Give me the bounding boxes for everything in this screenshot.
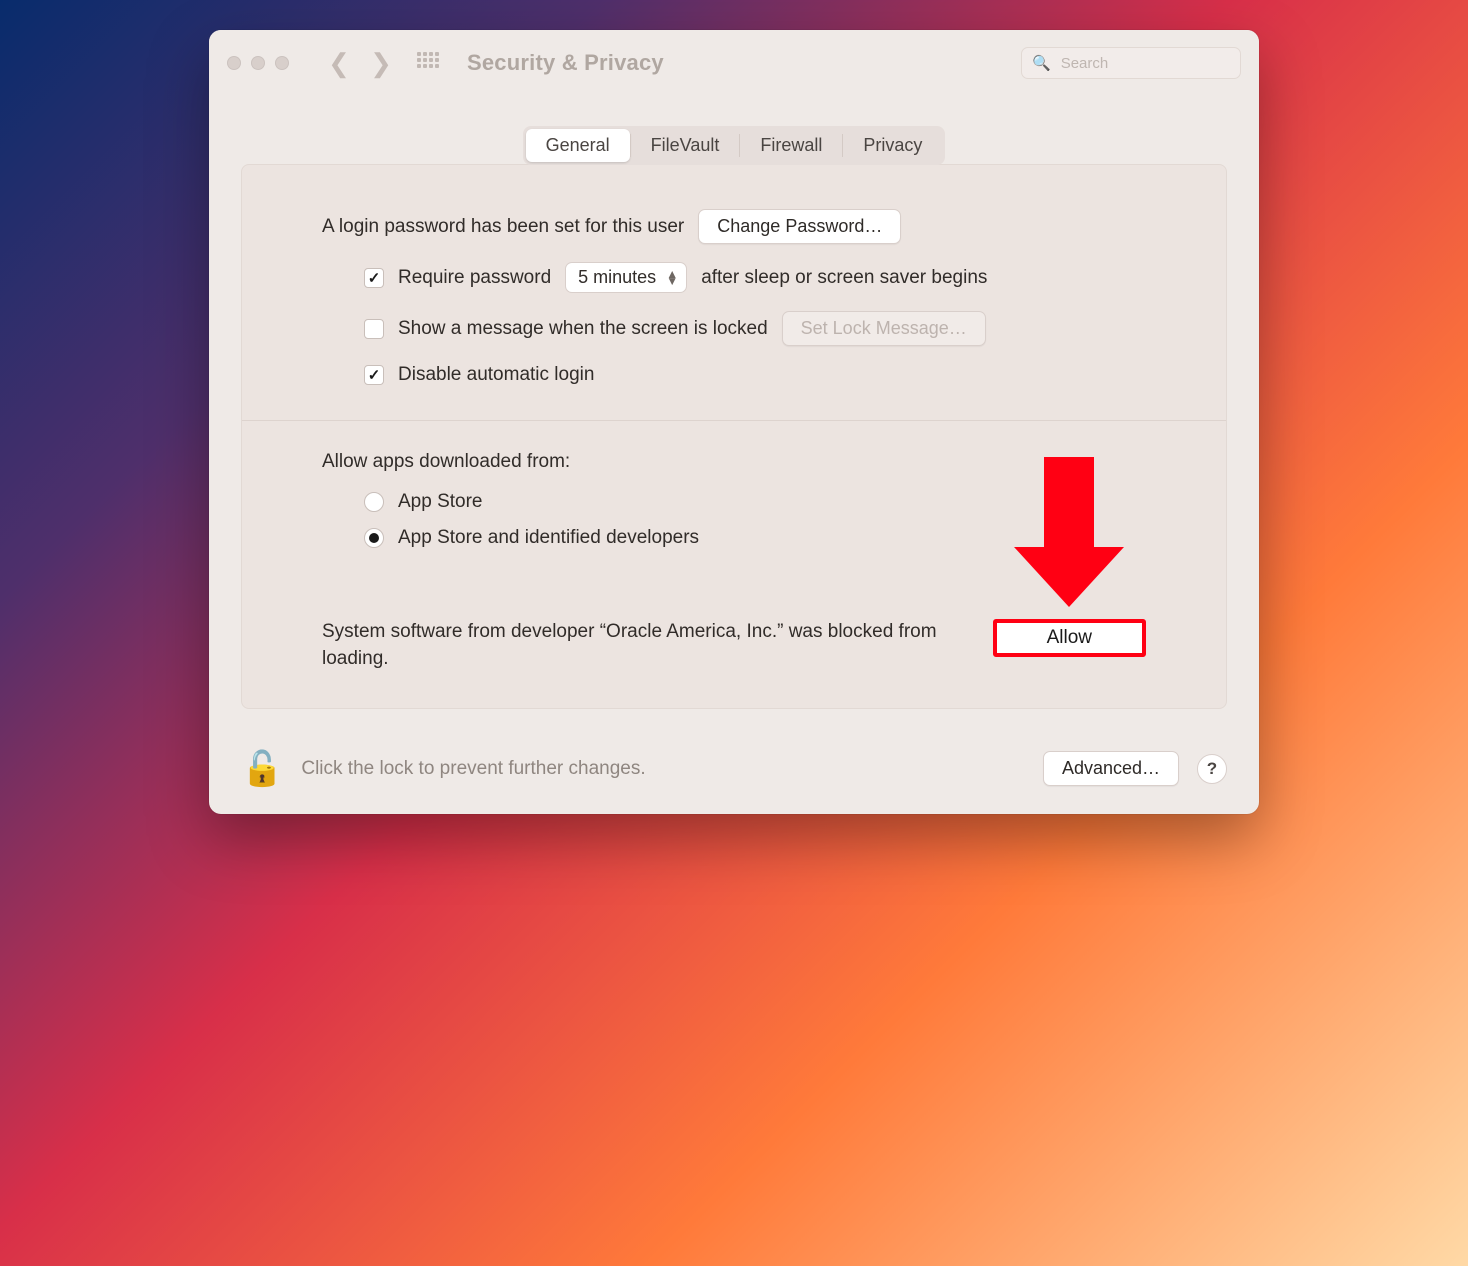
tab-general[interactable]: General bbox=[526, 129, 630, 162]
allow-button[interactable]: Allow bbox=[993, 619, 1146, 657]
radio-appstore-label: App Store bbox=[398, 491, 483, 513]
annotation-arrow-icon bbox=[1014, 457, 1124, 607]
tab-bar: General FileVault Firewall Privacy bbox=[241, 126, 1227, 165]
disable-auto-login-checkbox[interactable] bbox=[364, 365, 384, 385]
set-lock-message-button: Set Lock Message… bbox=[782, 311, 986, 346]
search-icon: 🔍 bbox=[1032, 54, 1051, 72]
allow-button-wrap: Allow bbox=[993, 619, 1146, 657]
change-password-button[interactable]: Change Password… bbox=[698, 209, 901, 244]
show-all-prefs-icon[interactable] bbox=[417, 52, 439, 74]
blocked-software-text: System software from developer “Oracle A… bbox=[322, 619, 953, 672]
show-message-checkbox[interactable] bbox=[364, 319, 384, 339]
divider bbox=[242, 420, 1226, 421]
radio-identified-label: App Store and identified developers bbox=[398, 527, 699, 549]
forward-button[interactable]: ❯ bbox=[367, 48, 395, 79]
require-password-checkbox[interactable] bbox=[364, 268, 384, 288]
back-button[interactable]: ❮ bbox=[325, 48, 353, 79]
footer: 🔓 Click the lock to prevent further chan… bbox=[209, 733, 1259, 814]
tab-filevault[interactable]: FileVault bbox=[631, 129, 740, 162]
require-password-after-text: after sleep or screen saver begins bbox=[701, 267, 987, 289]
tab-privacy[interactable]: Privacy bbox=[843, 129, 942, 162]
search-input[interactable]: 🔍 Search bbox=[1021, 47, 1241, 79]
window-controls bbox=[227, 56, 289, 70]
lock-icon[interactable]: 🔓 bbox=[241, 752, 283, 786]
require-password-label: Require password bbox=[398, 267, 551, 289]
close-window-button[interactable] bbox=[227, 56, 241, 70]
zoom-window-button[interactable] bbox=[275, 56, 289, 70]
search-placeholder: Search bbox=[1061, 55, 1109, 72]
advanced-button[interactable]: Advanced… bbox=[1043, 751, 1179, 786]
disable-auto-login-label: Disable automatic login bbox=[398, 364, 594, 386]
require-password-row: Require password 5 minutes ▲▼ after slee… bbox=[322, 262, 1146, 293]
tab-firewall[interactable]: Firewall bbox=[740, 129, 842, 162]
require-password-delay-select[interactable]: 5 minutes ▲▼ bbox=[565, 262, 687, 293]
disable-auto-login-row: Disable automatic login bbox=[322, 364, 1146, 386]
help-button[interactable]: ? bbox=[1197, 754, 1227, 784]
toolbar: ❮ ❯ Security & Privacy 🔍 Search bbox=[209, 30, 1259, 96]
blocked-software-row: System software from developer “Oracle A… bbox=[322, 619, 1146, 672]
panel-area: General FileVault Firewall Privacy A log… bbox=[209, 96, 1259, 733]
radio-appstore[interactable] bbox=[364, 492, 384, 512]
chevron-updown-icon: ▲▼ bbox=[666, 271, 678, 285]
show-message-label: Show a message when the screen is locked bbox=[398, 318, 768, 340]
login-password-row: A login password has been set for this u… bbox=[322, 209, 1146, 244]
security-privacy-window: ❮ ❯ Security & Privacy 🔍 Search General … bbox=[209, 30, 1259, 814]
lock-text: Click the lock to prevent further change… bbox=[301, 758, 645, 780]
require-password-delay-value: 5 minutes bbox=[578, 267, 656, 288]
general-panel: A login password has been set for this u… bbox=[241, 164, 1227, 709]
window-title: Security & Privacy bbox=[467, 50, 664, 76]
minimize-window-button[interactable] bbox=[251, 56, 265, 70]
radio-identified[interactable] bbox=[364, 528, 384, 548]
login-password-text: A login password has been set for this u… bbox=[322, 216, 684, 238]
show-message-row: Show a message when the screen is locked… bbox=[322, 311, 1146, 346]
